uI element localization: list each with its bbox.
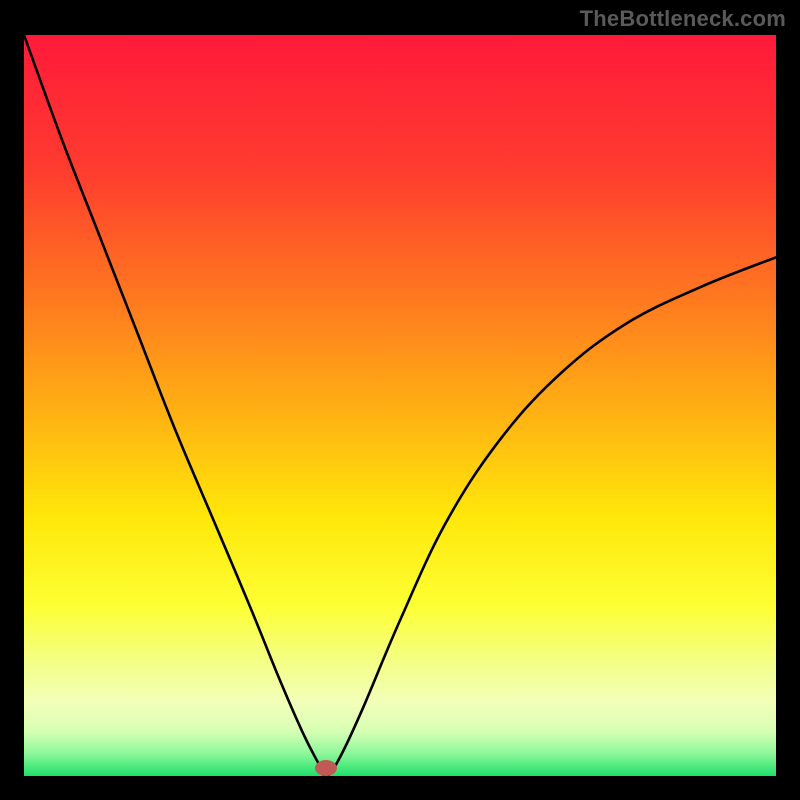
optimal-marker [315,760,337,776]
watermark-label: TheBottleneck.com [580,6,786,32]
plot-background [24,35,776,776]
chart-svg [0,0,800,800]
chart-frame: TheBottleneck.com [0,0,800,800]
